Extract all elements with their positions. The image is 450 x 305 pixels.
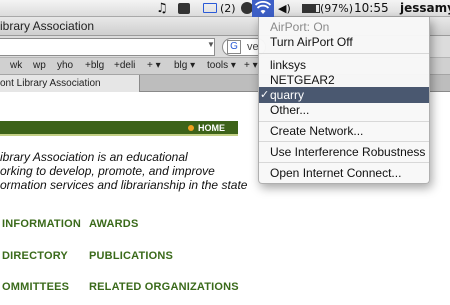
link-directory[interactable]: DIRECTORY [2, 250, 68, 262]
user-name[interactable]: jessamyn [400, 0, 450, 17]
window-title: ibrary Association [0, 19, 95, 33]
bookmark-item[interactable]: blg ▾ [174, 60, 195, 71]
music-note-icon[interactable]: ♫ [156, 0, 168, 17]
intro-text-line: orking to develop, promote, and improve [0, 164, 215, 178]
volume-icon[interactable]: ◀︎) [278, 0, 291, 17]
menu-bar: ♫ (2) ◀︎) (97%) 10:55 jessamyn [0, 0, 450, 17]
search-input-text: ve [247, 41, 259, 53]
link-information[interactable]: INFORMATION [2, 218, 81, 230]
bookmark-item[interactable]: +deli [114, 60, 135, 71]
bookmark-item[interactable]: wk [10, 60, 22, 71]
bookmark-item[interactable]: wp [33, 60, 46, 71]
mail-icon[interactable] [203, 3, 217, 13]
chevron-down-icon[interactable]: ▼ [207, 40, 215, 49]
menu-separator [259, 162, 429, 163]
network-other[interactable]: Other... [259, 102, 429, 118]
tab-title: ont Library Association [0, 78, 101, 89]
link-publications[interactable]: PUBLICATIONS [89, 250, 173, 262]
network-quarry[interactable]: ✓ quarry [259, 87, 429, 103]
battery-icon[interactable] [302, 4, 320, 13]
clock[interactable]: 10:55 [354, 0, 389, 17]
wifi-icon[interactable] [254, 1, 272, 18]
bullet-icon [188, 125, 194, 131]
bookmark-item[interactable]: yho [57, 60, 73, 71]
menu-separator [259, 53, 429, 54]
network-name: quarry [270, 88, 305, 102]
create-network-item[interactable]: Create Network... [259, 123, 429, 139]
airport-status: AirPort: On [270, 20, 330, 34]
url-field[interactable] [0, 38, 215, 56]
home-link[interactable]: HOME [198, 123, 225, 133]
network-linksys[interactable]: linksys [259, 57, 429, 73]
network-netgear2[interactable]: NETGEAR2 [259, 72, 429, 88]
turn-airport-off-item[interactable]: Turn AirPort Off [259, 34, 429, 50]
battery-percent: (97%) [320, 2, 354, 15]
link-committees[interactable]: OMMITTEES [2, 281, 69, 293]
app-icon[interactable] [178, 3, 190, 14]
site-nav-bar: HOME [0, 121, 238, 136]
intro-text-line: ormation services and librarianship in t… [0, 178, 248, 192]
menu-separator [259, 141, 429, 142]
menu-separator [259, 121, 429, 122]
intro-text-line: ibrary Association is an educational [0, 150, 188, 164]
google-icon[interactable]: G [227, 40, 241, 54]
tab-active[interactable]: ont Library Association [0, 75, 140, 92]
checkmark-icon: ✓ [260, 89, 270, 101]
bookmark-item[interactable]: tools ▾ [207, 60, 236, 71]
bookmark-item[interactable]: +blg [85, 60, 104, 71]
link-awards[interactable]: AWARDS [89, 218, 138, 230]
airport-menu: AirPort: On Turn AirPort Off linksys NET… [258, 17, 430, 184]
bookmark-item[interactable]: + ▾ [244, 60, 258, 71]
mail-count: (2) [220, 2, 236, 15]
link-related-organizations[interactable]: RELATED ORGANIZATIONS [89, 281, 239, 293]
open-internet-connect-item[interactable]: Open Internet Connect... [259, 165, 429, 181]
bookmark-item[interactable]: + ▾ [147, 60, 161, 71]
interference-robustness-item[interactable]: Use Interference Robustness [259, 144, 429, 160]
